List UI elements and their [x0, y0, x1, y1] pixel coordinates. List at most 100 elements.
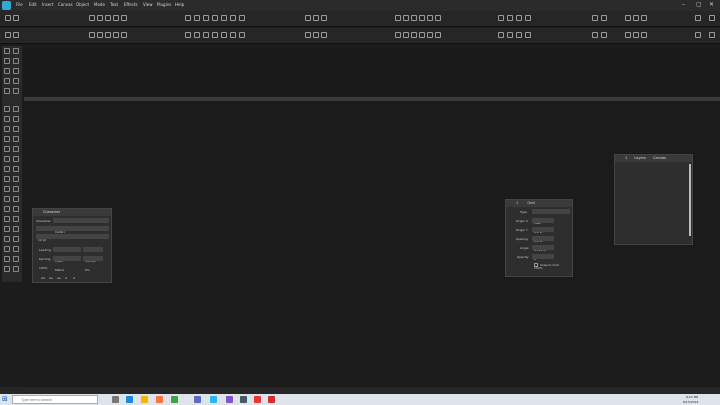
space-h-icon[interactable]	[411, 32, 417, 38]
symbols-icon[interactable]	[516, 32, 522, 38]
snap-checkbox[interactable]	[534, 263, 538, 267]
aa-label-1[interactable]: AA	[41, 276, 45, 280]
grid-icon[interactable]	[498, 15, 504, 21]
polygon-icon[interactable]	[4, 156, 10, 162]
lock-icon[interactable]	[230, 15, 236, 21]
app-1-icon[interactable]	[194, 396, 201, 403]
canvas-tab-layers[interactable]: Layers	[634, 156, 646, 160]
eyedropper-icon[interactable]	[4, 88, 10, 94]
color-fg-icon[interactable]	[4, 266, 10, 272]
measure-icon[interactable]	[13, 88, 19, 94]
duplicate-icon[interactable]	[113, 32, 119, 38]
brush-icon[interactable]	[4, 116, 10, 122]
spiral-icon[interactable]	[13, 176, 19, 182]
arrow-icon[interactable]	[13, 166, 19, 172]
copy-icon[interactable]	[97, 32, 103, 38]
mesh-icon[interactable]	[13, 186, 19, 192]
character-size-field[interactable]: 12 pt	[36, 226, 109, 242]
spacing-field[interactable]: 0.125 in	[532, 236, 554, 252]
menu-effects[interactable]: Effects	[124, 2, 138, 7]
smudge-icon[interactable]	[4, 236, 10, 242]
app-6-icon[interactable]	[268, 396, 275, 403]
note-icon[interactable]	[4, 256, 10, 262]
pen-icon[interactable]	[4, 106, 10, 112]
align-center-icon[interactable]	[403, 15, 409, 21]
transform-icon[interactable]	[305, 32, 311, 38]
pages-icon[interactable]	[507, 32, 513, 38]
align-bottom-icon[interactable]	[435, 15, 441, 21]
direct-select-icon[interactable]	[13, 48, 19, 54]
clock-date[interactable]: 8/15/2024	[683, 400, 698, 404]
canvas-panel-scrollbar[interactable]	[689, 164, 691, 236]
task-view-icon[interactable]	[112, 396, 119, 403]
aa-label-2[interactable]: Aa	[49, 276, 53, 280]
app-5-icon[interactable]	[254, 396, 261, 403]
pixel-icon[interactable]	[641, 32, 647, 38]
knife-icon[interactable]	[4, 226, 10, 232]
stroke-icon[interactable]	[194, 32, 200, 38]
menu-text[interactable]: Text	[110, 2, 118, 7]
redo-icon[interactable]	[13, 15, 19, 21]
blur-icon[interactable]	[212, 32, 218, 38]
export-icon[interactable]	[113, 15, 119, 21]
path-text-icon[interactable]	[4, 136, 10, 142]
chrome-icon[interactable]	[171, 396, 178, 403]
new-icon[interactable]	[89, 15, 95, 21]
area-text-icon[interactable]	[13, 136, 19, 142]
menu-edit[interactable]: Edit	[29, 2, 37, 7]
undo-icon[interactable]	[5, 15, 11, 21]
dimension-icon[interactable]	[13, 246, 19, 252]
zoom-tool-icon[interactable]	[4, 78, 10, 84]
align-top-icon[interactable]	[419, 15, 425, 21]
menu-view[interactable]: View	[143, 2, 153, 7]
aa-label-4[interactable]: A	[65, 276, 67, 280]
rulers-icon[interactable]	[516, 15, 522, 21]
undo2-icon[interactable]	[5, 32, 11, 38]
kerning-num-field[interactable]: 0%	[83, 256, 103, 272]
space-v-icon[interactable]	[419, 32, 425, 38]
magic-wand-icon[interactable]	[13, 68, 19, 74]
leading-pt-field[interactable]: 14.4 pt	[83, 247, 103, 263]
match-w-icon[interactable]	[427, 32, 433, 38]
redo2-icon[interactable]	[13, 32, 19, 38]
settings-icon[interactable]	[709, 15, 715, 21]
gradient-icon[interactable]	[4, 186, 10, 192]
menu-help[interactable]: Help	[175, 2, 184, 7]
print-icon[interactable]	[121, 15, 127, 21]
extrude-icon[interactable]	[4, 216, 10, 222]
minimize-icon[interactable]: –	[682, 1, 685, 8]
arc-icon[interactable]	[4, 176, 10, 182]
menu-file[interactable]: File	[16, 2, 23, 7]
guides-icon[interactable]	[507, 15, 513, 21]
explorer-icon[interactable]	[141, 396, 148, 403]
delete-icon[interactable]	[121, 32, 127, 38]
grid-tab-grid[interactable]: Grid	[527, 201, 534, 205]
cut-icon[interactable]	[89, 32, 95, 38]
origin-x-field[interactable]: 0.0 in	[532, 218, 554, 234]
opacity-field[interactable]: 100%	[532, 254, 554, 270]
canvas-top[interactable]	[24, 48, 720, 96]
view-3-icon[interactable]	[641, 15, 647, 21]
skew-icon[interactable]	[313, 32, 319, 38]
grid-type-select[interactable]: Plain	[532, 209, 570, 225]
leading-select[interactable]: Fixed	[53, 247, 81, 263]
workspace-icon[interactable]	[709, 32, 715, 38]
menu-object[interactable]: Object	[76, 2, 89, 7]
app-2-icon[interactable]	[210, 396, 217, 403]
flip-h-icon[interactable]	[313, 15, 319, 21]
save-icon[interactable]	[105, 15, 111, 21]
star-icon[interactable]	[13, 156, 19, 162]
canvas-tab-canvas[interactable]: Canvas	[653, 156, 666, 160]
scissors-icon[interactable]	[13, 226, 19, 232]
bevel-icon[interactable]	[230, 32, 236, 38]
align-left-icon[interactable]	[395, 15, 401, 21]
lasso-icon[interactable]	[4, 68, 10, 74]
options-icon[interactable]	[695, 15, 701, 21]
fill-icon[interactable]	[185, 32, 191, 38]
ungroup-icon[interactable]	[203, 15, 209, 21]
crop-icon[interactable]	[13, 58, 19, 64]
envelope-icon[interactable]	[13, 206, 19, 212]
bucket-icon[interactable]	[4, 196, 10, 202]
align-right-icon[interactable]	[411, 15, 417, 21]
line-icon[interactable]	[4, 166, 10, 172]
